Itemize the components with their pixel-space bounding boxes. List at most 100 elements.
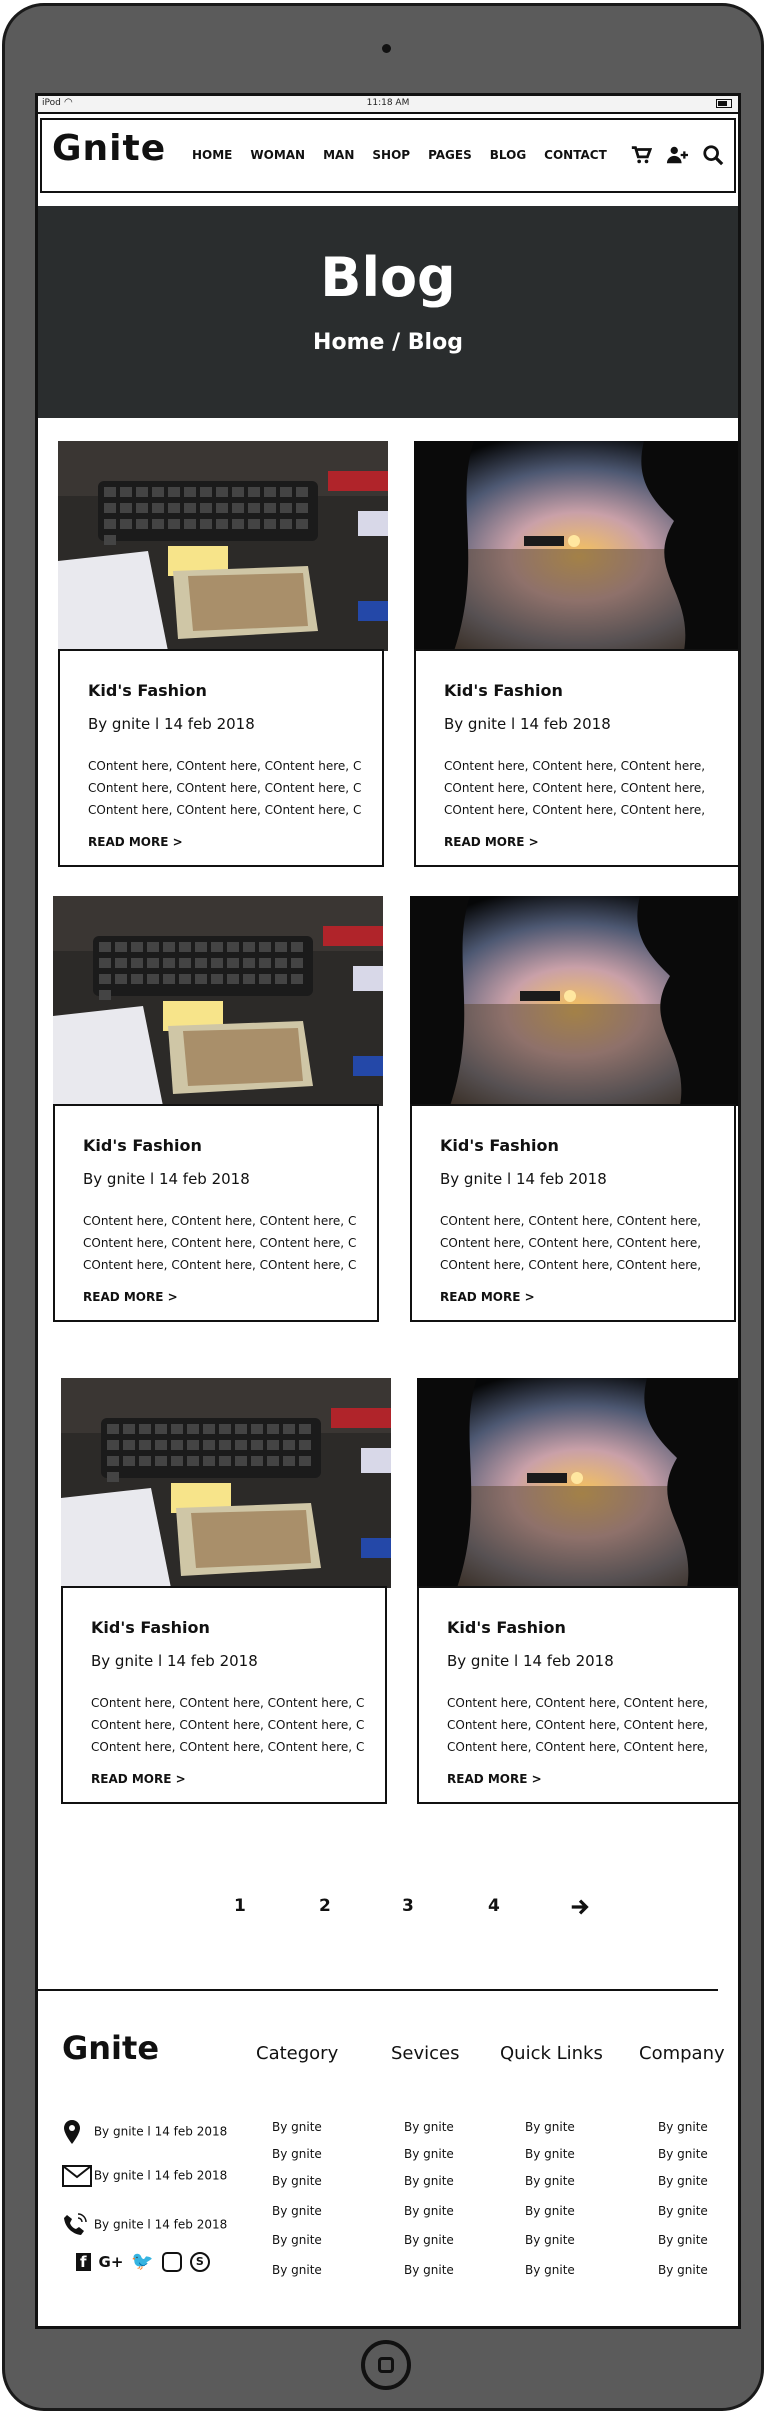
footer-link[interactable]: By gnite <box>658 2147 708 2161</box>
twitter-icon[interactable]: 🐦 <box>131 2251 153 2272</box>
footer-link[interactable]: By gnite <box>272 2120 322 2134</box>
footer-link[interactable]: By gnite <box>525 2233 575 2247</box>
footer-link[interactable]: By gnite <box>272 2263 322 2277</box>
footer-link[interactable]: By gnite <box>658 2204 708 2218</box>
excerpt-line: COntent here, COntent here, COntent here… <box>440 1258 702 1272</box>
page-link-4[interactable]: 4 <box>488 1896 500 1916</box>
breadcrumb[interactable]: Home / Blog <box>38 330 738 355</box>
home-button[interactable] <box>361 2340 411 2390</box>
blog-card[interactable]: Kid's Fashion By gnite l 14 feb 2018 COnte… <box>53 896 383 1322</box>
footer-heading-category: Category <box>256 2043 339 2064</box>
battery-icon <box>716 99 732 108</box>
page-link-3[interactable]: 3 <box>402 1896 414 1916</box>
footer-link[interactable]: By gnite <box>658 2263 708 2277</box>
blog-card-excerpt: COntent here, COntent here, COntent here… <box>91 1692 371 1758</box>
excerpt-line: COntent here, COntent here, COntent here… <box>444 803 706 817</box>
footer-link[interactable]: By gnite <box>272 2174 322 2188</box>
page-link-1[interactable]: 1 <box>234 1896 246 1916</box>
footer-link[interactable]: By gnite <box>272 2147 322 2161</box>
excerpt-line: COntent here, COntent here, COntent here… <box>444 759 706 773</box>
page-link-2[interactable]: 2 <box>319 1896 331 1916</box>
phone-icon <box>64 2213 87 2235</box>
cart-icon[interactable] <box>630 144 652 166</box>
blog-card-meta: By gnite l 14 feb 2018 <box>447 1652 614 1670</box>
menu-item-blog[interactable]: BLOG <box>490 148 526 162</box>
blog-card-image[interactable] <box>414 441 738 651</box>
footer-logo[interactable]: Gnite <box>62 2029 159 2067</box>
footer-link[interactable]: By gnite <box>404 2263 454 2277</box>
blog-card-content: Kid's Fashion By gnite l 14 feb 2018 COnte… <box>58 649 384 867</box>
pagination: 1 2 3 4 <box>38 1896 738 1926</box>
footer-link[interactable]: By gnite <box>272 2204 322 2218</box>
blog-card-title[interactable]: Kid's Fashion <box>83 1136 202 1155</box>
blog-card-title[interactable]: Kid's Fashion <box>91 1618 210 1637</box>
add-user-icon[interactable] <box>666 144 688 166</box>
instagram-icon[interactable] <box>161 2251 182 2272</box>
blog-card-image[interactable] <box>53 896 383 1106</box>
blog-card-title[interactable]: Kid's Fashion <box>88 681 207 700</box>
excerpt-line: COntent here, COntent here, COntent here… <box>444 781 706 795</box>
screen: iPod ◠ 11:18 AM Gnite HOME WOMAN MAN SHO… <box>35 93 741 2329</box>
menu-item-home[interactable]: HOME <box>192 148 232 162</box>
footer-link[interactable]: By gnite <box>404 2174 454 2188</box>
footer-link[interactable]: By gnite <box>404 2233 454 2247</box>
site-logo[interactable]: Gnite <box>52 128 166 169</box>
blog-card-image[interactable] <box>61 1378 391 1588</box>
read-more-link[interactable]: READ MORE > <box>88 835 183 849</box>
google-plus-icon[interactable]: G+ <box>99 2253 124 2271</box>
excerpt-line: COntent here, COntent here, COntent here… <box>83 1258 357 1272</box>
blog-card-content: Kid's Fashion By gnite l 14 feb 2018 COnte… <box>53 1104 379 1322</box>
blog-card-title[interactable]: Kid's Fashion <box>444 681 563 700</box>
facebook-icon[interactable]: f <box>76 2252 91 2271</box>
location-pin-icon <box>64 2120 80 2144</box>
blog-card-title[interactable]: Kid's Fashion <box>447 1618 566 1637</box>
excerpt-line: COntent here, COntent here, COntent here… <box>91 1740 365 1754</box>
search-icon[interactable] <box>702 144 724 166</box>
read-more-link[interactable]: READ MORE > <box>444 835 539 849</box>
footer-link[interactable]: By gnite <box>404 2204 454 2218</box>
footer-link[interactable]: By gnite <box>525 2120 575 2134</box>
footer-link[interactable]: By gnite <box>658 2233 708 2247</box>
blog-card-meta: By gnite l 14 feb 2018 <box>91 1652 258 1670</box>
footer-link[interactable]: By gnite <box>404 2120 454 2134</box>
blog-card[interactable]: Kid's Fashion By gnite l 14 feb 2018 COnte… <box>414 441 738 867</box>
footer-link[interactable]: By gnite <box>525 2147 575 2161</box>
read-more-link[interactable]: READ MORE > <box>447 1772 542 1786</box>
blog-card[interactable]: Kid's Fashion By gnite l 14 feb 2018 COnte… <box>61 1378 391 1804</box>
footer-link[interactable]: By gnite <box>272 2233 322 2247</box>
excerpt-line: COntent here, COntent here, COntent here… <box>83 1236 357 1250</box>
arrow-right-icon[interactable] <box>569 1896 591 1918</box>
menu-item-pages[interactable]: PAGES <box>428 148 472 162</box>
blog-card-title[interactable]: Kid's Fashion <box>440 1136 559 1155</box>
footer-link[interactable]: By gnite <box>658 2174 708 2188</box>
skype-icon[interactable]: S <box>189 2251 210 2272</box>
footer-link[interactable]: By gnite <box>658 2120 708 2134</box>
footer-link[interactable]: By gnite <box>525 2174 575 2188</box>
footer-link[interactable]: By gnite <box>525 2204 575 2218</box>
navbar: Gnite HOME WOMAN MAN SHOP PAGES BLOG CON… <box>40 118 736 193</box>
read-more-link[interactable]: READ MORE > <box>91 1772 186 1786</box>
ipad-frame: iPod ◠ 11:18 AM Gnite HOME WOMAN MAN SHO… <box>2 3 764 2411</box>
menu-item-woman[interactable]: WOMAN <box>250 148 305 162</box>
menu-item-shop[interactable]: SHOP <box>372 148 410 162</box>
read-more-link[interactable]: READ MORE > <box>83 1290 178 1304</box>
menu-item-contact[interactable]: CONTACT <box>544 148 607 162</box>
blog-card-image[interactable] <box>58 441 388 651</box>
footer-email-text: By gnite l 14 feb 2018 <box>93 2168 228 2183</box>
footer-link[interactable]: By gnite <box>404 2147 454 2161</box>
footer-heading-company: Company <box>639 2043 725 2064</box>
excerpt-line: COntent here, COntent here, COntent here… <box>88 803 362 817</box>
blog-card[interactable]: Kid's Fashion By gnite l 14 feb 2018 COnte… <box>58 441 388 867</box>
footer-link[interactable]: By gnite <box>525 2263 575 2277</box>
blog-card-image[interactable] <box>417 1378 738 1588</box>
read-more-link[interactable]: READ MORE > <box>440 1290 535 1304</box>
footer-heading-quick-links: Quick Links <box>500 2043 603 2064</box>
menu-item-man[interactable]: MAN <box>323 148 354 162</box>
excerpt-line: COntent here, COntent here, COntent here… <box>447 1696 709 1710</box>
blog-card[interactable]: Kid's Fashion By gnite l 14 feb 2018 COnte… <box>417 1378 738 1804</box>
footer-divider <box>38 1989 718 1991</box>
blog-card[interactable]: Kid's Fashion By gnite l 14 feb 2018 COnte… <box>410 896 738 1322</box>
excerpt-line: COntent here, COntent here, COntent here… <box>440 1214 702 1228</box>
blog-card-content: Kid's Fashion By gnite l 14 feb 2018 COnte… <box>414 649 738 867</box>
blog-card-image[interactable] <box>410 896 738 1106</box>
